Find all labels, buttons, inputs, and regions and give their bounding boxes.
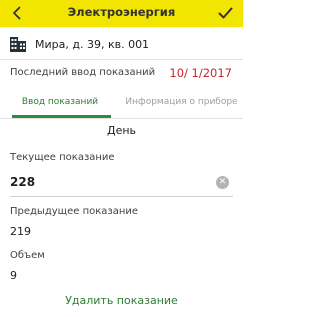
page-title: Электроэнергия [67,5,176,19]
clear-input-button[interactable]: ✕ [216,176,229,189]
tab-device-info[interactable]: Информация о приборе [120,88,243,118]
app-bar: Электроэнергия [0,0,243,27]
last-reading-date: 10/ 1/2017 [169,66,232,80]
close-icon: ✕ [218,177,227,187]
previous-reading-value: 219 [10,225,31,238]
current-reading-label: Текущее показание [10,152,115,163]
checkmark-icon[interactable] [217,5,234,21]
previous-reading-label: Предыдущее показание [10,206,139,217]
tab-reading-input[interactable]: Ввод показаний [0,88,120,118]
volume-label: Объем [10,250,45,261]
building-icon [10,37,26,52]
divider [0,118,243,119]
address-row: Мира, д. 39, кв. 001 [0,31,243,58]
address-text: Мира, д. 39, кв. 001 [35,38,150,51]
last-reading-label: Последний ввод показаний [10,67,156,78]
section-title: День [106,124,137,137]
input-underline [10,196,233,197]
current-reading-input[interactable]: 228 [10,175,35,189]
divider [0,59,243,60]
delete-reading-button[interactable]: Удалить показание [0,294,243,307]
tab-bar: Ввод показаний Информация о приборе [0,88,243,118]
volume-value: 9 [10,269,17,282]
last-reading-row: Последний ввод показаний 10/ 1/2017 [0,63,243,85]
